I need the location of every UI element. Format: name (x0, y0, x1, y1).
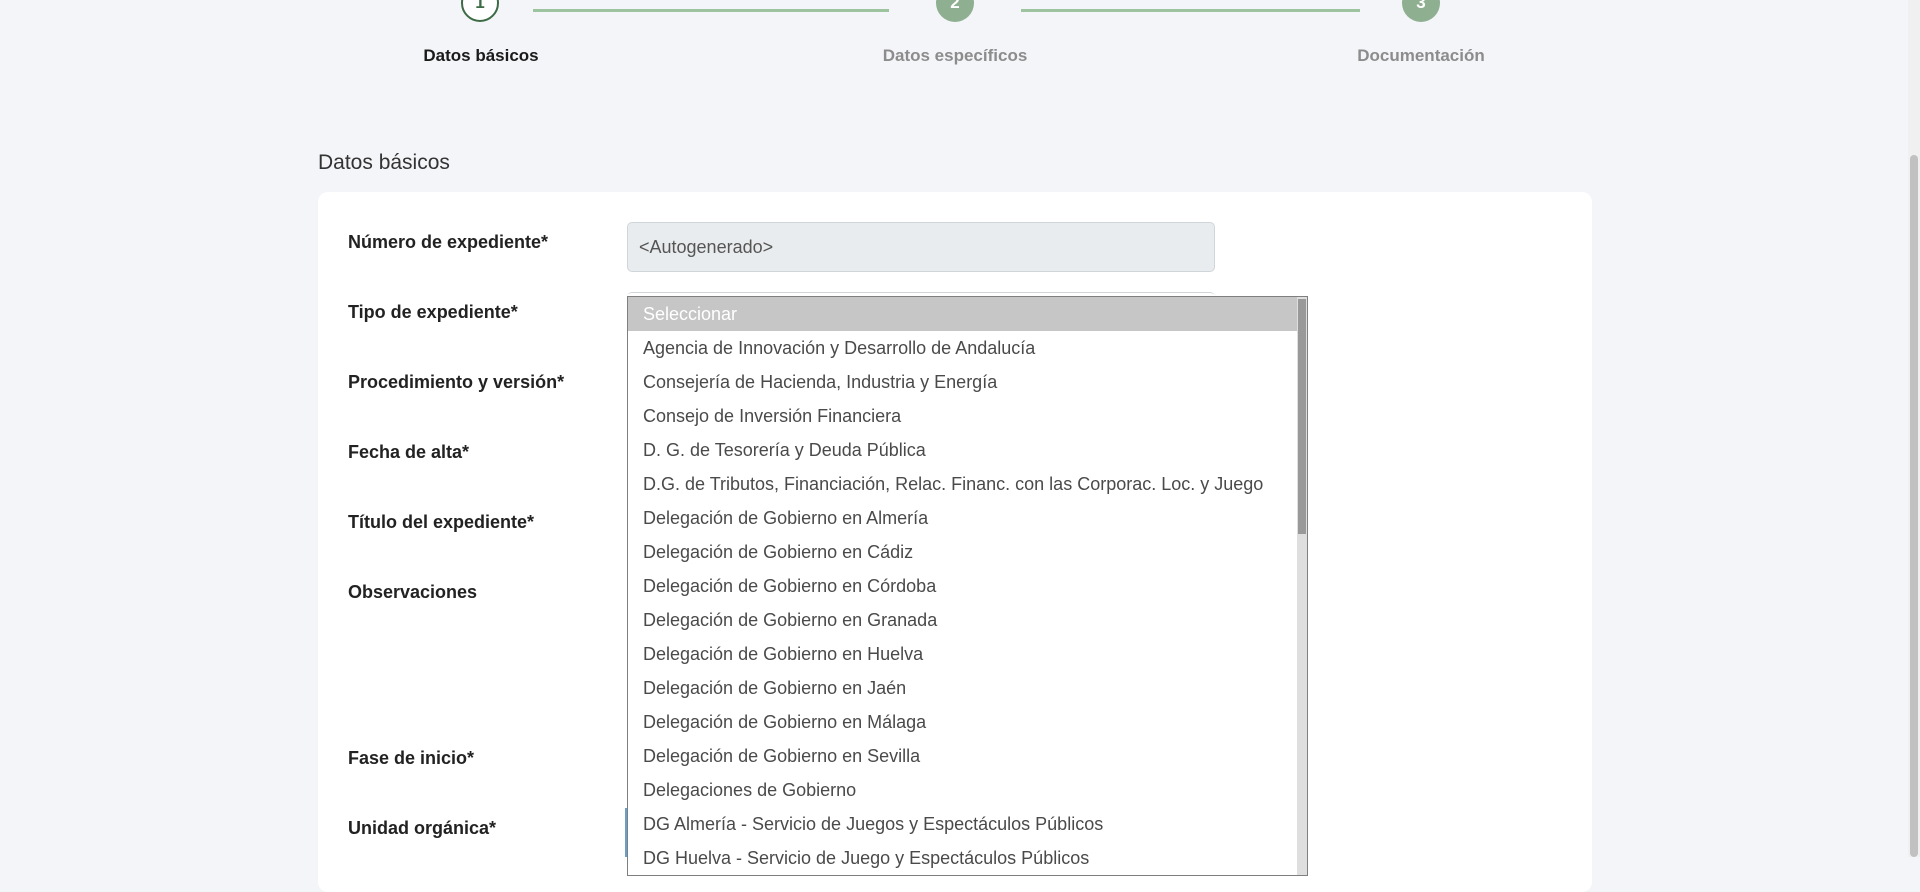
dropdown-option[interactable]: D.G. de Tributos, Financiación, Relac. F… (628, 467, 1297, 501)
stepper: 1 2 3 Datos básicos Datos específicos Do… (0, 0, 1920, 80)
observaciones-label: Observaciones (348, 582, 478, 602)
titulo-expediente-label: Título del expediente* (348, 512, 535, 532)
procedimiento-label: Procedimiento y versión* (348, 372, 565, 392)
tipo-expediente-label: Tipo de expediente* (348, 302, 518, 322)
step-1-circle[interactable]: 1 (461, 0, 499, 22)
step-2-circle[interactable]: 2 (936, 0, 974, 22)
dropdown-option[interactable]: Delegaciones de Gobierno (628, 773, 1297, 807)
dropdown-option[interactable]: Delegación de Gobierno en Huelva (628, 637, 1297, 671)
step-connector-2-3 (1021, 9, 1360, 12)
numero-expediente-field: <Autogenerado> (627, 222, 1215, 272)
dropdown-option[interactable]: Consejo de Inversión Financiera (628, 399, 1297, 433)
page-scrollbar-thumb[interactable] (1910, 155, 1918, 857)
dropdown-scrollbar-thumb[interactable] (1298, 299, 1306, 534)
dropdown-option[interactable]: DG Huelva - Servicio de Juego y Espectác… (628, 841, 1297, 875)
unidad-organica-label: Unidad orgánica* (348, 818, 497, 838)
dropdown-option[interactable]: Delegación de Gobierno en Granada (628, 603, 1297, 637)
dropdown-scrollbar[interactable] (1297, 297, 1307, 875)
dropdown-option[interactable]: Delegación de Gobierno en Córdoba (628, 569, 1297, 603)
step-connector-1-2 (533, 9, 889, 12)
dropdown-option[interactable]: DG Almería - Servicio de Juegos y Espect… (628, 807, 1297, 841)
dropdown-option[interactable]: Delegación de Gobierno en Málaga (628, 705, 1297, 739)
dropdown-option[interactable]: Delegación de Gobierno en Cádiz (628, 535, 1297, 569)
fase-inicio-label: Fase de inicio* (348, 748, 475, 768)
step-1-label: Datos básicos (423, 46, 539, 65)
dropdown-option[interactable]: Delegación de Gobierno en Almería (628, 501, 1297, 535)
dropdown-option[interactable]: Agencia de Innovación y Desarrollo de An… (628, 331, 1297, 365)
fecha-alta-label: Fecha de alta* (348, 442, 470, 462)
step-2-label: Datos específicos (882, 46, 1028, 65)
dropdown-option[interactable]: Consejería de Hacienda, Industria y Ener… (628, 365, 1297, 399)
numero-expediente-label: Número de expediente* (348, 232, 549, 252)
step-3-circle[interactable]: 3 (1402, 0, 1440, 22)
tipo-expediente-dropdown[interactable]: Seleccionar Agencia de Innovación y Desa… (627, 296, 1308, 876)
dropdown-option[interactable]: Delegación de Gobierno en Sevilla (628, 739, 1297, 773)
section-title: Datos básicos (318, 151, 450, 174)
step-3-label: Documentación (1357, 46, 1485, 65)
dropdown-option[interactable]: D. G. de Tesorería y Deuda Pública (628, 433, 1297, 467)
dropdown-option[interactable]: Delegación de Gobierno en Jaén (628, 671, 1297, 705)
dropdown-option[interactable]: Seleccionar (628, 297, 1297, 331)
